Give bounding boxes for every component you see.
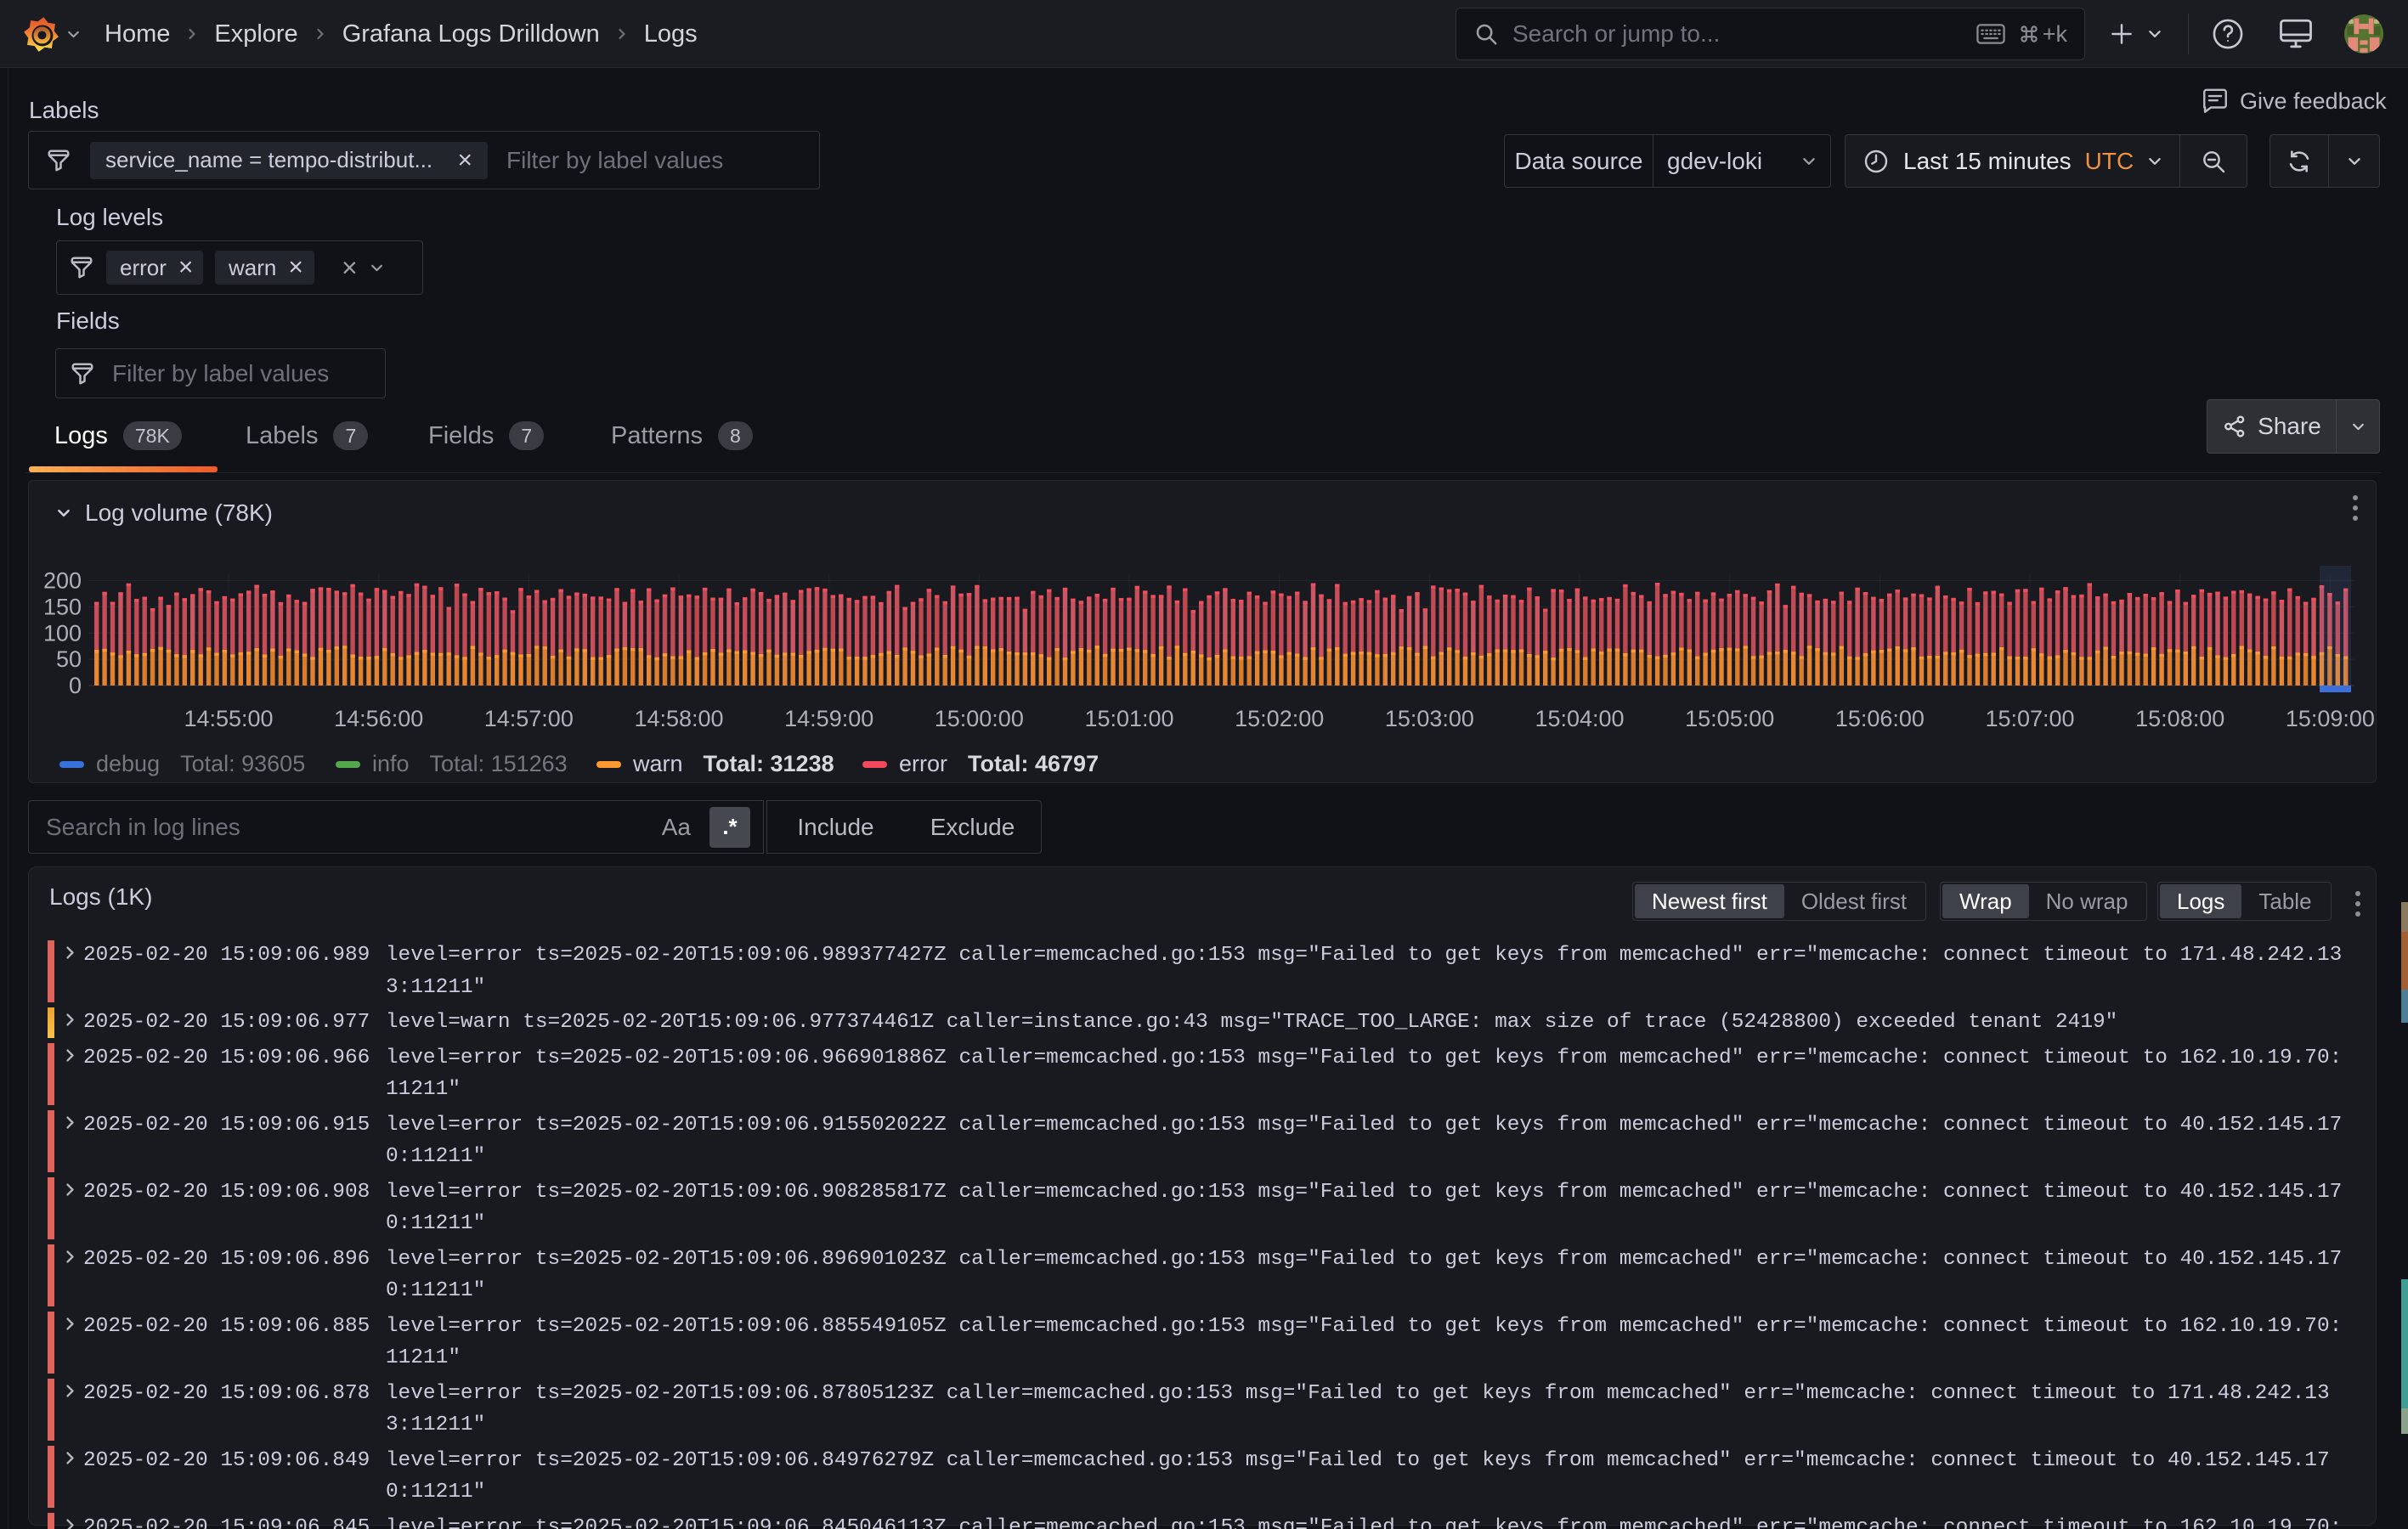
- svg-text:0: 0: [69, 673, 82, 698]
- svg-text:15:03:00: 15:03:00: [1385, 706, 1474, 731]
- svg-text:15:07:00: 15:07:00: [1985, 706, 2074, 731]
- svg-text:14:59:00: 14:59:00: [784, 706, 873, 731]
- svg-text:14:58:00: 14:58:00: [634, 706, 723, 731]
- svg-text:14:55:00: 14:55:00: [184, 706, 273, 731]
- svg-text:15:04:00: 15:04:00: [1535, 706, 1624, 731]
- svg-text:14:56:00: 14:56:00: [334, 706, 423, 731]
- svg-text:200: 200: [43, 568, 82, 594]
- svg-text:14:57:00: 14:57:00: [484, 706, 574, 731]
- svg-text:150: 150: [43, 594, 82, 619]
- svg-text:50: 50: [56, 646, 82, 672]
- svg-text:15:00:00: 15:00:00: [935, 706, 1024, 731]
- svg-text:15:09:00: 15:09:00: [2286, 706, 2375, 731]
- svg-text:15:02:00: 15:02:00: [1235, 706, 1324, 731]
- svg-text:15:05:00: 15:05:00: [1685, 706, 1774, 731]
- svg-text:100: 100: [43, 620, 82, 646]
- svg-text:15:06:00: 15:06:00: [1835, 706, 1925, 731]
- svg-text:15:01:00: 15:01:00: [1084, 706, 1173, 731]
- svg-text:15:08:00: 15:08:00: [2135, 706, 2224, 731]
